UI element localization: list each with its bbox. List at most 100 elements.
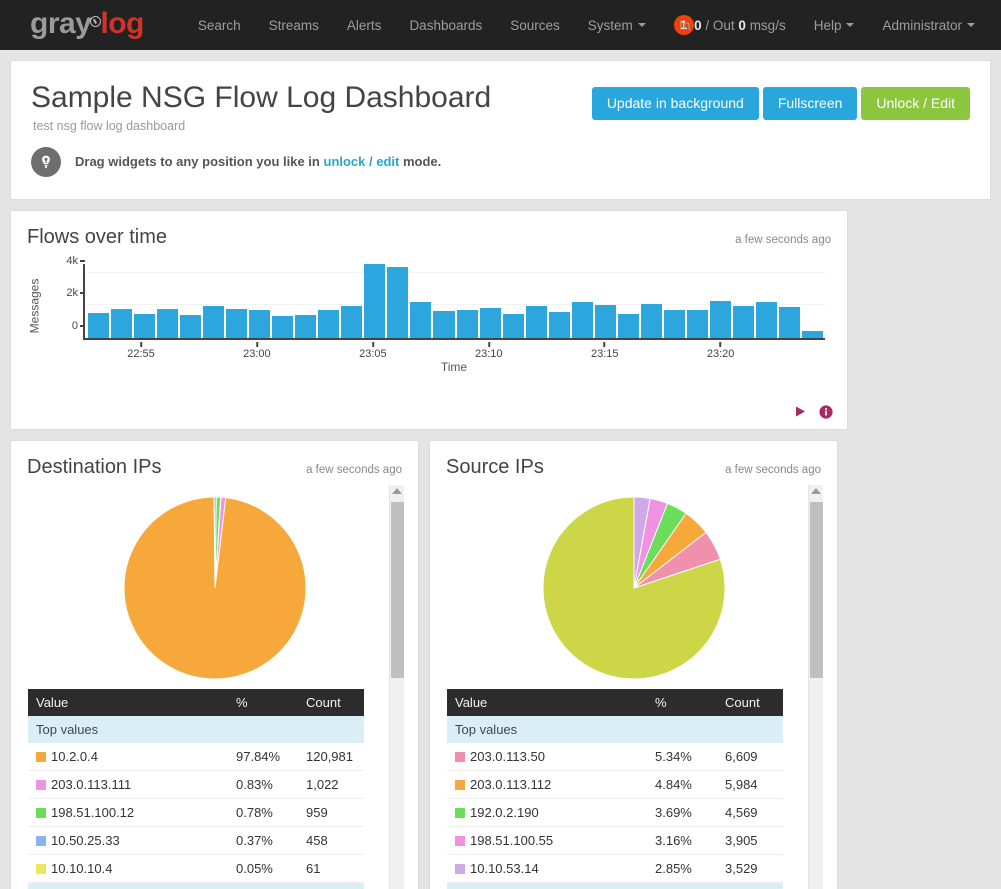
bar[interactable] <box>410 302 432 338</box>
color-swatch <box>455 807 465 818</box>
nav-item-dashboards[interactable]: Dashboards <box>395 10 496 41</box>
nav-item-help[interactable]: Help <box>800 10 869 41</box>
nav-item-alerts[interactable]: Alerts <box>333 10 396 41</box>
bar[interactable] <box>594 304 616 338</box>
bar[interactable] <box>778 307 800 338</box>
widget-source-ips: Source IPs a few seconds ago Value% Count… <box>429 439 838 889</box>
bar[interactable] <box>111 309 133 338</box>
widget-header: Flows over time a few seconds ago <box>11 211 847 249</box>
bar[interactable] <box>617 314 639 338</box>
column-header-percent[interactable]: % <box>647 688 717 716</box>
throughput-in-value: 0 <box>694 17 702 33</box>
column-header-percent[interactable]: % <box>228 688 298 716</box>
pie-chart-source <box>444 485 823 679</box>
column-header-count[interactable]: Count <box>717 688 783 716</box>
color-swatch <box>455 863 465 874</box>
pie-chart-svg <box>542 496 725 679</box>
play-icon[interactable] <box>794 405 807 418</box>
value-label: 192.0.2.190 <box>470 804 539 820</box>
nav-item-search[interactable]: Search <box>184 10 255 41</box>
page-subtitle: test nsg flow log dashboard <box>33 118 186 133</box>
bar[interactable] <box>88 313 110 338</box>
color-swatch <box>455 751 465 762</box>
widget-flows-over-time: Flows over time a few seconds ago Messag… <box>10 209 848 430</box>
scroll-up-arrow-icon[interactable] <box>811 487 821 494</box>
nav-item-system-label: System <box>587 17 633 33</box>
x-axis-tick: 23:20 <box>707 342 735 360</box>
unlock-edit-link[interactable]: unlock / edit <box>324 154 400 169</box>
vertical-scrollbar[interactable] <box>389 484 404 889</box>
bar[interactable] <box>180 314 202 338</box>
bar[interactable] <box>134 313 156 338</box>
lightbulb-icon <box>31 146 61 177</box>
bar[interactable] <box>318 310 340 338</box>
bar[interactable] <box>341 306 363 338</box>
widget-title: Destination IPs <box>27 455 162 478</box>
bar[interactable] <box>571 301 593 338</box>
nav-item-streams[interactable]: Streams <box>255 10 333 41</box>
update-in-background-button[interactable]: Update in background <box>591 87 759 121</box>
table-row[interactable]: 203.0.113.112 4.84% 5,984 <box>447 770 783 799</box>
table-row[interactable]: 10.10.10.4 0.05% 61 <box>28 854 364 883</box>
fullscreen-button[interactable]: Fullscreen <box>762 87 858 121</box>
cell-count: 6,609 <box>717 742 783 771</box>
color-swatch <box>36 779 46 790</box>
column-header-value[interactable]: Value <box>447 688 647 716</box>
cell-percent: 2.85% <box>647 854 717 883</box>
nav-item-sources[interactable]: Sources <box>496 10 574 41</box>
column-header-count[interactable]: Count <box>298 688 364 716</box>
bar[interactable] <box>525 306 547 338</box>
nav-item-user[interactable]: Administrator <box>868 10 989 41</box>
x-axis-tick: 23:10 <box>475 342 503 360</box>
column-header-value[interactable]: Value <box>28 688 228 716</box>
y-axis-tick: 2k <box>66 287 85 299</box>
cell-value: 203.0.113.112 <box>447 770 647 799</box>
bar[interactable] <box>479 307 501 338</box>
unlock-edit-button[interactable]: Unlock / Edit <box>861 87 970 121</box>
nav-item-system[interactable]: System <box>574 10 660 41</box>
scrollbar-thumb[interactable] <box>810 501 823 678</box>
table-section-label: Top values <box>447 715 783 743</box>
pie-widget-row: Destination IPs a few seconds ago Value%… <box>10 439 991 889</box>
info-icon[interactable] <box>819 404 833 419</box>
vertical-scrollbar[interactable] <box>808 484 823 889</box>
table-row[interactable]: 203.0.113.111 0.83% 1,022 <box>28 770 364 799</box>
bar[interactable] <box>502 314 524 338</box>
bar[interactable] <box>157 309 179 338</box>
bar[interactable] <box>433 310 455 338</box>
x-axis-tick: 22:55 <box>127 342 155 360</box>
widget-title: Source IPs <box>446 455 544 478</box>
table-row[interactable]: 203.0.113.50 5.34% 6,609 <box>447 742 783 771</box>
table-section-header-next <box>28 882 364 889</box>
bar[interactable] <box>456 309 478 338</box>
table-row[interactable]: 198.51.100.12 0.78% 959 <box>28 798 364 827</box>
bar[interactable] <box>548 312 570 338</box>
bar[interactable] <box>295 314 317 338</box>
table-row[interactable]: 10.10.53.14 2.85% 3,529 <box>447 854 783 883</box>
bar[interactable] <box>387 267 409 338</box>
bar[interactable] <box>732 305 754 338</box>
bar[interactable] <box>686 310 708 338</box>
bar[interactable] <box>640 304 662 338</box>
bar[interactable] <box>226 308 248 338</box>
widget-header: Destination IPs a few seconds ago <box>11 441 418 479</box>
bar[interactable] <box>755 301 777 338</box>
bar[interactable] <box>203 306 225 338</box>
bar[interactable] <box>249 309 271 338</box>
cell-percent: 4.84% <box>647 770 717 799</box>
table-row[interactable]: 198.51.100.55 3.16% 3,905 <box>447 826 783 855</box>
bar[interactable] <box>272 315 294 338</box>
y-axis-tick: 4k <box>66 255 85 267</box>
scrollbar-thumb[interactable] <box>391 501 404 678</box>
table-row[interactable]: 192.0.2.190 3.69% 4,569 <box>447 798 783 827</box>
value-label: 198.51.100.55 <box>470 832 554 848</box>
bar[interactable] <box>364 264 386 338</box>
bar[interactable] <box>801 330 823 338</box>
table-row[interactable]: 10.50.25.33 0.37% 458 <box>28 826 364 855</box>
scroll-up-arrow-icon[interactable] <box>392 487 402 494</box>
table-row[interactable]: 10.2.0.4 97.84% 120,981 <box>28 742 364 771</box>
bar[interactable] <box>709 300 731 338</box>
bar[interactable] <box>663 309 685 338</box>
cell-value: 203.0.113.111 <box>28 770 228 799</box>
graylog-logo[interactable]: gray log <box>30 9 144 39</box>
